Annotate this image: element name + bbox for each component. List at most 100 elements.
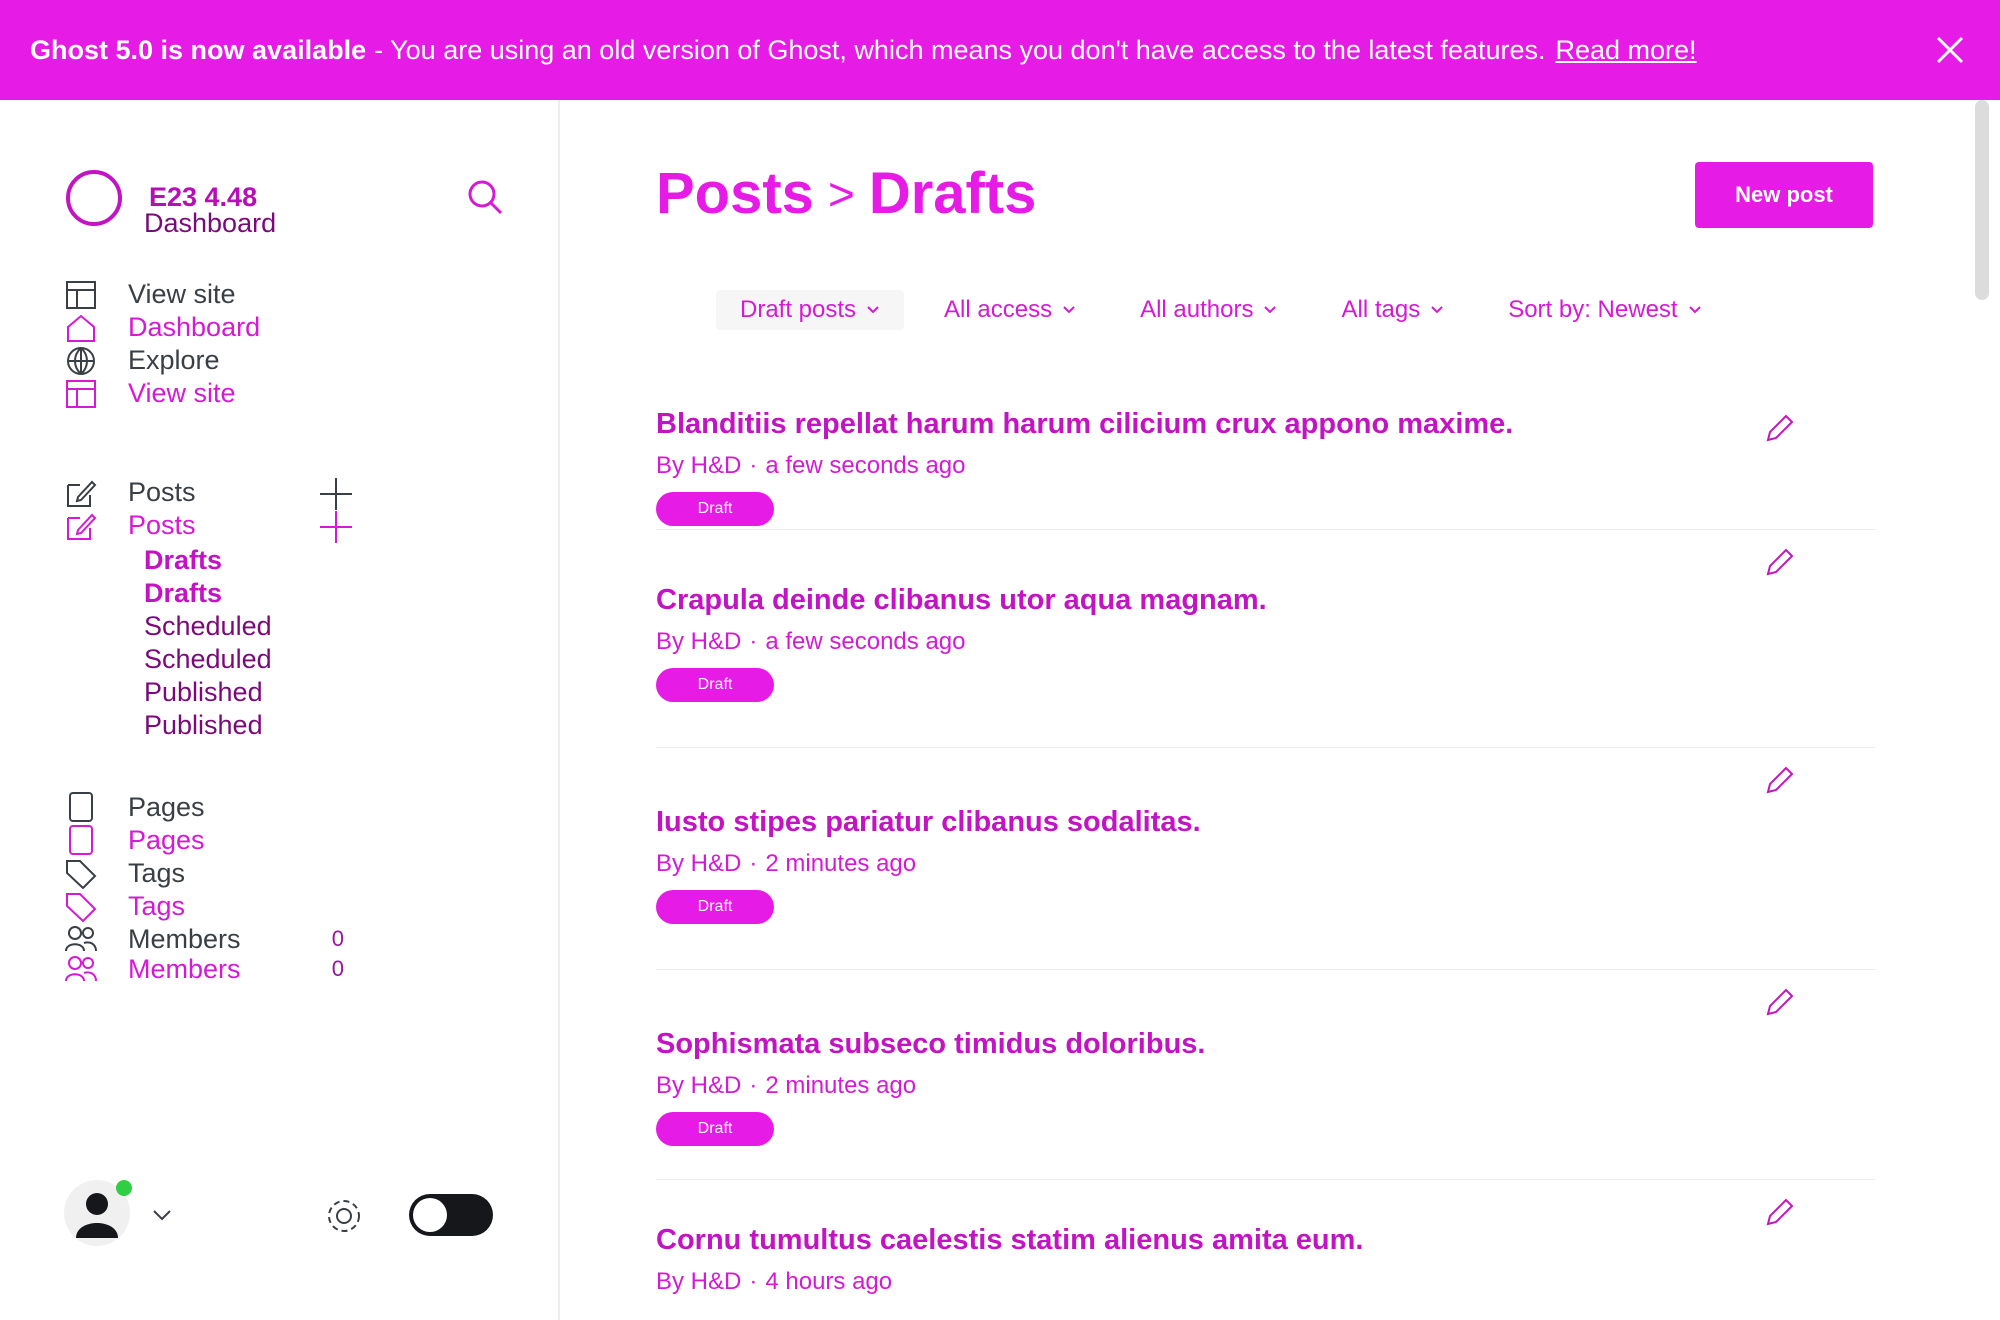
- scrollbar[interactable]: [1975, 100, 1989, 300]
- page-icon: [69, 792, 93, 822]
- sidebar-item-label: Tags: [128, 857, 186, 888]
- sidebar-item-drafts[interactable]: Drafts: [64, 542, 504, 578]
- members-count: 0: [331, 956, 344, 981]
- meta-separator: ·: [749, 1268, 758, 1295]
- chevron-down-icon: [1264, 306, 1277, 314]
- status-badge: Draft: [656, 492, 774, 526]
- page-title: Drafts: [868, 161, 1037, 226]
- meta-separator: ·: [749, 1072, 758, 1099]
- sidebar-item-scheduled-duplicate[interactable]: Scheduled: [64, 644, 504, 674]
- site-logo: [66, 170, 122, 226]
- tag-icon: [66, 893, 97, 922]
- post-meta: By H&D · a few seconds ago: [656, 628, 1876, 656]
- post-title[interactable]: Sophismata subseco timidus doloribus.: [656, 1024, 1876, 1064]
- search-icon[interactable]: [466, 178, 504, 216]
- sidebar-item-label: Pages: [128, 791, 205, 822]
- sidebar-item-label: Published: [144, 676, 263, 707]
- chevron-down-icon[interactable]: [152, 1208, 172, 1222]
- dark-mode-toggle[interactable]: [409, 1194, 493, 1236]
- plus-icon[interactable]: [318, 476, 354, 512]
- pencil-icon[interactable]: [1764, 764, 1796, 796]
- meta-separator: ·: [749, 850, 758, 877]
- status-badge: Draft: [656, 668, 774, 702]
- sidebar-item-label: Drafts: [144, 577, 223, 608]
- list-item[interactable]: Sophismata subseco timidus doloribus. By…: [656, 970, 1876, 1180]
- breadcrumb: Posts > Drafts: [656, 160, 1036, 227]
- list-item[interactable]: Crapula deinde clibanus utor aqua magnam…: [656, 530, 1876, 748]
- sidebar-footer: [64, 1180, 504, 1250]
- tag-icon: [66, 860, 97, 889]
- meta-separator: ·: [749, 628, 758, 655]
- breadcrumb-posts-link[interactable]: Posts: [656, 160, 814, 227]
- sidebar-item-pages-duplicate[interactable]: Pages: [64, 822, 504, 858]
- banner-read-more-link[interactable]: Read more!: [1555, 35, 1696, 66]
- post-title[interactable]: Iusto stipes pariatur clibanus sodalitas…: [656, 802, 1876, 842]
- pencil-icon[interactable]: [1764, 546, 1796, 578]
- sidebar-item-published[interactable]: Published: [64, 674, 504, 710]
- online-status-dot: [116, 1180, 132, 1196]
- status-badge: Draft: [656, 890, 774, 924]
- sidebar-item-drafts-duplicate[interactable]: Drafts: [64, 578, 504, 608]
- sidebar-item-posts[interactable]: Posts: [64, 476, 504, 512]
- post-time: 2 minutes ago: [765, 850, 917, 877]
- meta-separator: ·: [749, 452, 758, 479]
- new-post-button[interactable]: New post: [1695, 162, 1873, 228]
- edit-icon: [67, 513, 97, 540]
- sidebar-item-published-duplicate[interactable]: Published: [64, 710, 504, 740]
- status-badge: Draft: [656, 1112, 774, 1146]
- post-author: By H&D: [656, 628, 742, 655]
- sidebar-item-label: Pages: [128, 824, 205, 855]
- sidebar-item-label: Explore: [128, 345, 220, 375]
- post-meta: By H&D · a few seconds ago: [656, 452, 1876, 480]
- site-header[interactable]: E23 4.48 Dashboard: [64, 160, 504, 250]
- sidebar-item-label: Drafts: [144, 544, 223, 575]
- content-nav: Pages Pages Tags Tags Members 0 Members …: [64, 792, 504, 984]
- sidebar-item-label: Members: [128, 953, 241, 984]
- post-author: By H&D: [656, 1072, 742, 1099]
- sidebar-item-explore[interactable]: Explore: [64, 344, 504, 377]
- sidebar-item-label: Scheduled: [144, 643, 272, 674]
- chevron-down-icon: [1688, 306, 1701, 314]
- members-count: 0: [331, 926, 344, 951]
- banner-message: - You are using an old version of Ghost,…: [374, 34, 1546, 65]
- sidebar-item-posts-duplicate[interactable]: Posts: [64, 509, 504, 545]
- post-meta: By H&D · 2 minutes ago: [656, 1072, 1876, 1100]
- plus-icon[interactable]: [318, 509, 354, 545]
- pencil-icon[interactable]: [1764, 412, 1796, 444]
- sidebar-item-pages[interactable]: Pages: [64, 792, 504, 822]
- edit-icon: [67, 480, 97, 507]
- globe-icon: [67, 346, 95, 375]
- sidebar-item-tags-duplicate[interactable]: Tags: [64, 888, 504, 924]
- list-item[interactable]: Cornu tumultus caelestis statim alienus …: [656, 1180, 1876, 1320]
- sidebar-item-label: Published: [144, 709, 263, 740]
- pencil-icon[interactable]: [1764, 986, 1796, 1018]
- gear-icon[interactable]: [324, 1196, 364, 1236]
- update-banner: Ghost 5.0 is now available - You are usi…: [0, 0, 2000, 100]
- post-author: By H&D: [656, 452, 742, 479]
- post-title[interactable]: Cornu tumultus caelestis statim alienus …: [656, 1220, 1876, 1260]
- members-icon: [65, 926, 97, 952]
- sidebar-item-label: View site: [128, 378, 236, 408]
- layout-icon: [66, 379, 96, 408]
- home-icon: [67, 314, 95, 342]
- list-item[interactable]: Iusto stipes pariatur clibanus sodalitas…: [656, 748, 1876, 970]
- breadcrumb-separator: >: [827, 167, 855, 220]
- sidebar-item-label: Posts: [128, 477, 196, 507]
- post-author: By H&D: [656, 1268, 742, 1295]
- sidebar-item-tags[interactable]: Tags: [64, 857, 504, 889]
- post-time: 2 minutes ago: [765, 1072, 917, 1099]
- post-title[interactable]: Blanditiis repellat harum harum cilicium…: [656, 404, 1876, 444]
- sidebar-item-members[interactable]: Members 0: [64, 924, 504, 954]
- sidebar-item-view-site-duplicate[interactable]: View site: [64, 377, 504, 410]
- sidebar-item-scheduled[interactable]: Scheduled: [64, 608, 504, 644]
- post-author: By H&D: [656, 850, 742, 877]
- sidebar-item-members-duplicate[interactable]: Members 0: [64, 954, 504, 984]
- sidebar-item-dashboard[interactable]: Dashboard: [64, 311, 504, 344]
- list-item[interactable]: Blanditiis repellat harum harum cilicium…: [656, 320, 1876, 530]
- post-meta: By H&D · 2 minutes ago: [656, 850, 1876, 878]
- post-title[interactable]: Crapula deinde clibanus utor aqua magnam…: [656, 580, 1876, 620]
- sidebar-item-view-site[interactable]: View site: [64, 278, 504, 311]
- site-subtitle: Dashboard: [144, 208, 277, 238]
- pencil-icon[interactable]: [1764, 1196, 1796, 1228]
- close-icon[interactable]: [1930, 30, 1970, 70]
